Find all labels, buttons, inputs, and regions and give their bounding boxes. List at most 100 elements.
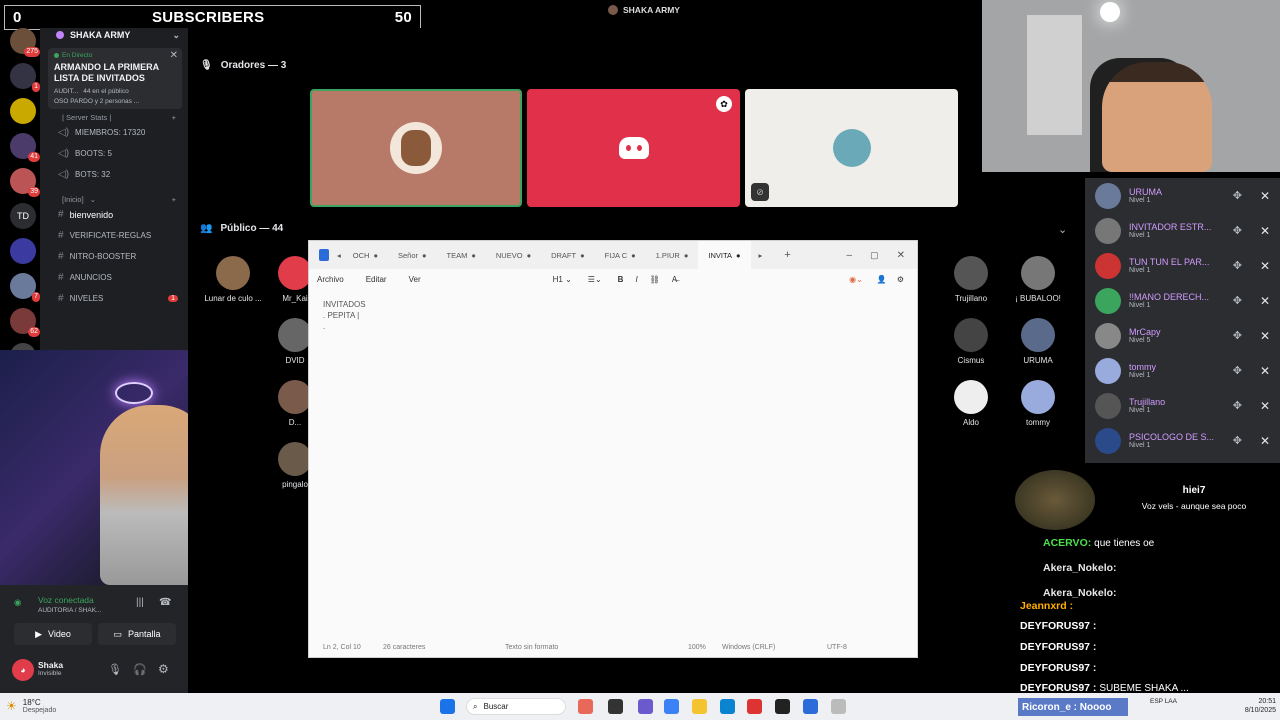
browser-icon[interactable] bbox=[720, 699, 735, 714]
copilot-icon[interactable]: ◉⌄ bbox=[849, 275, 863, 284]
move-icon[interactable]: ✥ bbox=[1233, 259, 1242, 272]
weather-widget[interactable]: ☀ 18°C Despejado bbox=[6, 698, 56, 714]
move-icon[interactable]: ✥ bbox=[1233, 294, 1242, 307]
copilot-taskbar-icon[interactable] bbox=[578, 699, 593, 714]
audience-member[interactable]: ¡ BUBALOO! bbox=[1003, 256, 1073, 303]
member-row[interactable]: INVITADOR ESTR... Nivel 1 ✥ ✕ bbox=[1085, 213, 1280, 248]
add-channel-icon[interactable]: + bbox=[172, 195, 176, 204]
tab-dot-icon[interactable]: ● bbox=[373, 251, 378, 260]
voice-channel[interactable]: AUDITORIA / SHAK... bbox=[38, 607, 101, 614]
settings-taskbar-icon[interactable] bbox=[831, 699, 846, 714]
search-box[interactable]: ⌕ Buscar bbox=[466, 698, 566, 715]
close-icon[interactable]: ✕ bbox=[170, 50, 178, 61]
microphone-icon[interactable]: 🎙 bbox=[108, 663, 122, 676]
notepad-tab[interactable]: TEAM ● bbox=[437, 241, 486, 269]
server-icon[interactable]: 62 bbox=[10, 308, 40, 337]
close-icon[interactable]: ✕ bbox=[1260, 329, 1270, 343]
menu-ver[interactable]: Ver bbox=[409, 275, 421, 284]
clock[interactable]: 20:51 8/10/2025 bbox=[1228, 697, 1276, 715]
move-icon[interactable]: ✥ bbox=[1233, 434, 1242, 447]
tab-dot-icon[interactable]: ● bbox=[736, 251, 741, 260]
tab-dot-icon[interactable]: ● bbox=[684, 251, 689, 260]
close-icon[interactable]: ✕ bbox=[1260, 224, 1270, 238]
server-icon[interactable]: TD bbox=[10, 203, 36, 229]
channel-item[interactable]: # bienvenido bbox=[40, 204, 188, 225]
status-zoom[interactable]: 100% bbox=[688, 644, 722, 651]
link-icon[interactable]: ⛓ bbox=[650, 275, 660, 284]
heading-dropdown[interactable]: H1 ⌄ bbox=[553, 275, 572, 284]
close-icon[interactable]: ✕ bbox=[1260, 434, 1270, 448]
notepad-tab[interactable]: NUEVO ● bbox=[486, 241, 541, 269]
status-eol[interactable]: Windows (CRLF) bbox=[722, 644, 827, 651]
channel-item[interactable]: # VERIFICATE-REGLAS bbox=[40, 225, 188, 246]
gear-icon[interactable]: ⚙ bbox=[158, 662, 169, 676]
speaker-tile-discord[interactable]: ✿ bbox=[527, 89, 740, 207]
audience-member[interactable]: Aldo bbox=[936, 380, 1006, 427]
server-header[interactable]: SHAKA ARMY ⌄ bbox=[40, 28, 188, 42]
notepad-tab[interactable]: 1.PIUR ● bbox=[646, 241, 699, 269]
audience-member[interactable]: Lunar de culo ... bbox=[198, 256, 268, 303]
edge-icon[interactable] bbox=[664, 699, 679, 714]
move-icon[interactable]: ✥ bbox=[1233, 189, 1242, 202]
file-explorer-icon[interactable] bbox=[692, 699, 707, 714]
stats-channel[interactable]: ◁) MIEMBROS: 17320 bbox=[40, 122, 188, 143]
member-row[interactable]: MrCapy Nivel 5 ✥ ✕ bbox=[1085, 318, 1280, 353]
close-icon[interactable]: ✕ bbox=[1260, 364, 1270, 378]
move-icon[interactable]: ✥ bbox=[1233, 364, 1242, 377]
stats-channel[interactable]: ◁) BOOTS: 5 bbox=[40, 143, 188, 164]
move-icon[interactable]: ✥ bbox=[1233, 329, 1242, 342]
member-row[interactable]: PSICOLOGO DE S... Nivel 1 ✥ ✕ bbox=[1085, 423, 1280, 458]
account-icon[interactable]: 👤 bbox=[877, 275, 887, 284]
add-channel-icon[interactable]: + bbox=[172, 113, 176, 122]
chevron-down-icon[interactable]: ⌄ bbox=[1058, 223, 1067, 236]
close-icon[interactable]: ✕ bbox=[1260, 259, 1270, 273]
close-icon[interactable]: ✕ bbox=[1260, 189, 1270, 203]
audience-member[interactable]: URUMA bbox=[1003, 318, 1073, 365]
tab-dot-icon[interactable]: ● bbox=[580, 251, 585, 260]
audience-member[interactable]: Trujillano bbox=[936, 256, 1006, 303]
tab-dot-icon[interactable]: ● bbox=[471, 251, 476, 260]
close-icon[interactable]: ✕ bbox=[1260, 399, 1270, 413]
notepad-tab[interactable]: OCH ● bbox=[343, 241, 388, 269]
tab-dot-icon[interactable]: ● bbox=[631, 251, 636, 260]
screen-share-button[interactable]: ▭ Pantalla bbox=[98, 623, 176, 645]
member-row[interactable]: TUN TUN EL PAR... Nivel 1 ✥ ✕ bbox=[1085, 248, 1280, 283]
notepad-tab[interactable]: INVITA ● bbox=[698, 241, 751, 269]
member-row[interactable]: URUMA Nivel 1 ✥ ✕ bbox=[1085, 178, 1280, 213]
clear-format-icon[interactable]: A̶ bbox=[672, 275, 677, 284]
maximize-icon[interactable]: ▢ bbox=[870, 250, 879, 261]
server-icon[interactable] bbox=[10, 238, 36, 264]
menu-archivo[interactable]: Archivo bbox=[317, 275, 344, 284]
notepad-taskbar-icon[interactable] bbox=[803, 699, 818, 714]
move-icon[interactable]: ✥ bbox=[1233, 224, 1242, 237]
minimize-icon[interactable]: – bbox=[847, 250, 853, 261]
close-icon[interactable]: ✕ bbox=[1260, 294, 1270, 308]
new-tab-icon[interactable]: + bbox=[784, 249, 790, 261]
audience-member[interactable]: Cismus bbox=[936, 318, 1006, 365]
speaker-tile-snorlax[interactable]: ⊘ bbox=[745, 89, 958, 207]
list-icon[interactable]: ☰⌄ bbox=[588, 275, 602, 284]
server-icon[interactable]: 41 bbox=[10, 133, 40, 162]
notepad-tab[interactable]: DRAFT ● bbox=[541, 241, 595, 269]
task-view-icon[interactable] bbox=[608, 699, 623, 714]
notepad-tab[interactable]: Señor ● bbox=[388, 241, 437, 269]
settings-gear-icon[interactable]: ⚙ bbox=[897, 275, 904, 284]
channel-item[interactable]: # NITRO-BOOSTER bbox=[40, 246, 188, 267]
disconnect-icon[interactable]: ☎ bbox=[159, 597, 171, 608]
server-icon[interactable]: 39 bbox=[10, 168, 40, 197]
bold-icon[interactable]: B bbox=[618, 275, 624, 284]
video-button[interactable]: ▶ Video bbox=[14, 623, 92, 645]
member-row[interactable]: !!MANO DERECH... Nivel 1 ✥ ✕ bbox=[1085, 283, 1280, 318]
status-encoding[interactable]: UTF-8 bbox=[827, 644, 847, 651]
member-row[interactable]: Trujillano Nivel 1 ✥ ✕ bbox=[1085, 388, 1280, 423]
app-icon[interactable] bbox=[747, 699, 762, 714]
language-indicator[interactable]: ESP LAA bbox=[1150, 698, 1180, 706]
server-icon[interactable]: 1 bbox=[10, 63, 40, 92]
discord-taskbar-icon[interactable] bbox=[638, 699, 653, 714]
speaker-tile-bear[interactable] bbox=[310, 89, 522, 207]
scroll-left-icon[interactable]: ◂ bbox=[337, 251, 341, 260]
text-editor[interactable]: INVITADOS . PEPITA | . bbox=[309, 289, 917, 629]
italic-icon[interactable]: I bbox=[635, 275, 637, 284]
menu-editar[interactable]: Editar bbox=[366, 275, 387, 284]
member-row[interactable]: tommy Nivel 1 ✥ ✕ bbox=[1085, 353, 1280, 388]
